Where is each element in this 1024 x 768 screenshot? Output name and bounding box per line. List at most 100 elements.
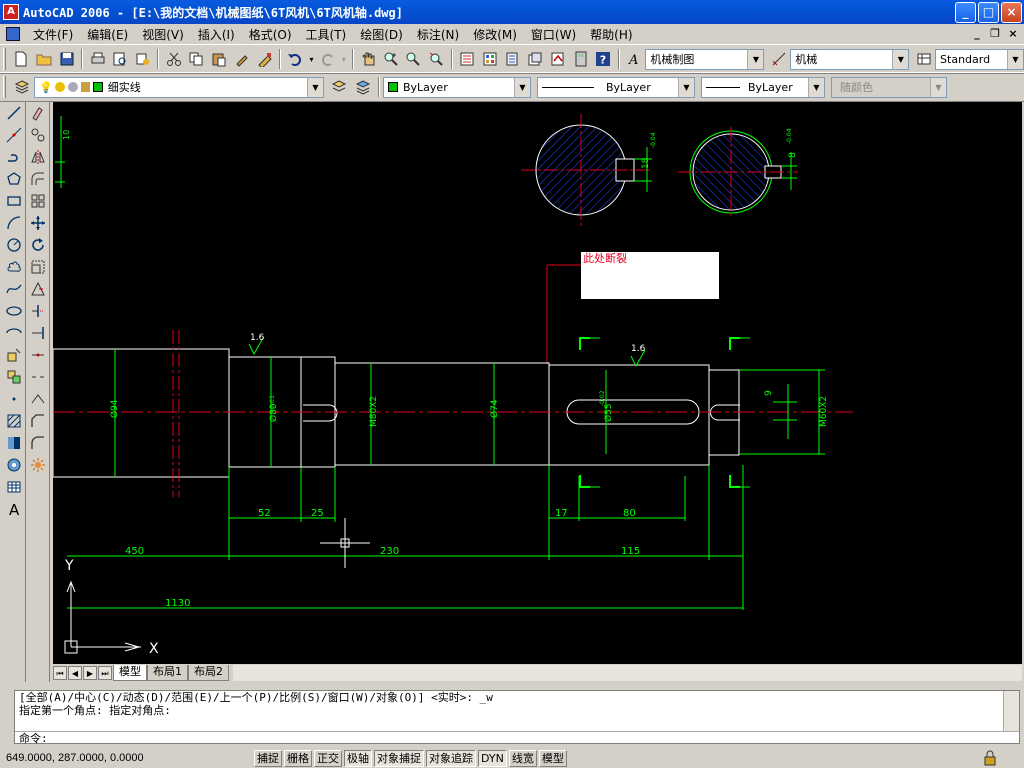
- sheet-set-manager-icon[interactable]: [525, 48, 546, 70]
- make-object-layer-current-icon[interactable]: [328, 76, 350, 98]
- layer-previous-icon[interactable]: [352, 76, 374, 98]
- next-tab-button[interactable]: ▶: [83, 666, 97, 680]
- document-icon[interactable]: [6, 27, 20, 41]
- maximize-button[interactable]: □: [978, 2, 999, 23]
- table-icon[interactable]: [3, 476, 25, 498]
- move-icon[interactable]: [27, 212, 49, 234]
- zoom-window-icon[interactable]: [403, 48, 424, 70]
- grid-toggle[interactable]: 栅格: [284, 749, 312, 767]
- dim-style-combo[interactable]: 机械 ▼: [790, 48, 910, 70]
- open-folder-icon[interactable]: [34, 48, 55, 70]
- zoom-previous-icon[interactable]: [426, 48, 447, 70]
- array-icon[interactable]: [27, 190, 49, 212]
- explode-icon[interactable]: [27, 454, 49, 476]
- menu-draw[interactable]: 绘图(D): [353, 26, 410, 43]
- doc-restore-button[interactable]: ❐: [988, 27, 1002, 41]
- rectangle-icon[interactable]: [3, 190, 25, 212]
- line-icon[interactable]: [3, 102, 25, 124]
- menu-dimension[interactable]: 标注(N): [410, 26, 466, 43]
- title-bar[interactable]: A AutoCAD 2006 - [E:\我的文档\机械图纸\6T风机\6T风机…: [0, 0, 1024, 24]
- chamfer-icon[interactable]: [27, 410, 49, 432]
- extend-icon[interactable]: [27, 322, 49, 344]
- first-tab-button[interactable]: ⏮: [53, 666, 67, 680]
- lineweight-combo[interactable]: ByLayer ▼: [701, 76, 825, 98]
- table-style-combo[interactable]: Standard ▼: [935, 48, 1024, 70]
- scale-icon[interactable]: [27, 256, 49, 278]
- plot-preview-icon[interactable]: [110, 48, 131, 70]
- spline-icon[interactable]: [3, 278, 25, 300]
- trim-icon[interactable]: [27, 300, 49, 322]
- offset-icon[interactable]: [27, 168, 49, 190]
- dim-style-icon[interactable]: [768, 48, 789, 70]
- text-style-combo[interactable]: 机械制图 ▼: [645, 48, 765, 70]
- linetype-combo[interactable]: ByLayer ▼: [537, 76, 695, 98]
- drawing-area[interactable]: 18 -0.04 8 -0.04 10 此处断裂 Ø94 Ø80 -0.03 M…: [53, 102, 1022, 664]
- section-view-b[interactable]: 8 -0.04: [678, 127, 798, 218]
- doc-close-button[interactable]: ×: [1006, 27, 1020, 41]
- design-center-icon[interactable]: [479, 48, 500, 70]
- polygon-icon[interactable]: [3, 168, 25, 190]
- markup-set-manager-icon[interactable]: [547, 48, 568, 70]
- insert-block-icon[interactable]: [3, 344, 25, 366]
- menu-modify[interactable]: 修改(M): [466, 26, 524, 43]
- menu-help[interactable]: 帮助(H): [583, 26, 639, 43]
- rotate-icon[interactable]: [27, 234, 49, 256]
- help-icon[interactable]: ?: [593, 48, 614, 70]
- text-style-icon[interactable]: A: [624, 48, 645, 70]
- mirror-icon[interactable]: [27, 146, 49, 168]
- menu-insert[interactable]: 插入(I): [191, 26, 242, 43]
- erase-icon[interactable]: [27, 102, 49, 124]
- ellipse-arc-icon[interactable]: [3, 322, 25, 344]
- block-editor-icon[interactable]: [254, 48, 275, 70]
- multiline-text-icon[interactable]: A: [3, 498, 25, 520]
- menu-view[interactable]: 视图(V): [135, 26, 191, 43]
- layer-manager-icon[interactable]: [11, 76, 33, 98]
- pan-realtime-icon[interactable]: [358, 48, 379, 70]
- layer-combo[interactable]: 💡 细实线 ▼: [34, 76, 324, 98]
- tab-model[interactable]: 模型: [113, 665, 147, 681]
- tool-palettes-icon[interactable]: [502, 48, 523, 70]
- zoom-realtime-icon[interactable]: [380, 48, 401, 70]
- lineweight-toggle[interactable]: 线宽: [508, 749, 537, 767]
- otrack-toggle[interactable]: 对象追踪: [426, 749, 476, 767]
- redo-icon[interactable]: [317, 48, 338, 70]
- menu-edit[interactable]: 编辑(E): [80, 26, 135, 43]
- command-input[interactable]: 命令:: [15, 731, 1019, 745]
- properties-icon[interactable]: [457, 48, 478, 70]
- hatch-icon[interactable]: [3, 410, 25, 432]
- point-icon[interactable]: [3, 388, 25, 410]
- menu-tools[interactable]: 工具(T): [299, 26, 354, 43]
- autocad-app-icon[interactable]: A: [3, 4, 19, 20]
- polyline-icon[interactable]: [3, 146, 25, 168]
- color-combo[interactable]: ByLayer ▼: [383, 76, 531, 98]
- join-icon[interactable]: [27, 388, 49, 410]
- arc-icon[interactable]: [3, 212, 25, 234]
- coordinate-display[interactable]: 649.0000, 287.0000, 0.0000: [0, 752, 254, 764]
- publish-icon[interactable]: [133, 48, 154, 70]
- toolbar-grip[interactable]: [3, 48, 6, 70]
- ortho-toggle[interactable]: 正交: [314, 749, 342, 767]
- revision-cloud-icon[interactable]: [3, 256, 25, 278]
- copy-object-icon[interactable]: [27, 124, 49, 146]
- paste-icon[interactable]: [209, 48, 230, 70]
- construction-line-icon[interactable]: [3, 124, 25, 146]
- prev-tab-button[interactable]: ◀: [68, 666, 82, 680]
- last-tab-button[interactable]: ⏭: [98, 666, 112, 680]
- stretch-icon[interactable]: [27, 278, 49, 300]
- plot-icon[interactable]: [87, 48, 108, 70]
- gradient-icon[interactable]: [3, 432, 25, 454]
- cut-icon[interactable]: [163, 48, 184, 70]
- menu-format[interactable]: 格式(O): [242, 26, 299, 43]
- new-file-icon[interactable]: [11, 48, 32, 70]
- close-button[interactable]: ×: [1001, 2, 1022, 23]
- match-properties-icon[interactable]: [232, 48, 253, 70]
- command-scrollbar[interactable]: [1003, 691, 1019, 731]
- model-space-toggle[interactable]: 模型: [538, 749, 567, 767]
- quickcalc-icon[interactable]: [570, 48, 591, 70]
- horizontal-scrollbar[interactable]: [233, 665, 1022, 681]
- undo-icon[interactable]: [285, 48, 306, 70]
- section-view-a[interactable]: 18 -0.04: [521, 114, 657, 226]
- menu-window[interactable]: 窗口(W): [524, 26, 583, 43]
- polar-toggle[interactable]: 极轴: [344, 749, 372, 767]
- copy-icon[interactable]: [186, 48, 207, 70]
